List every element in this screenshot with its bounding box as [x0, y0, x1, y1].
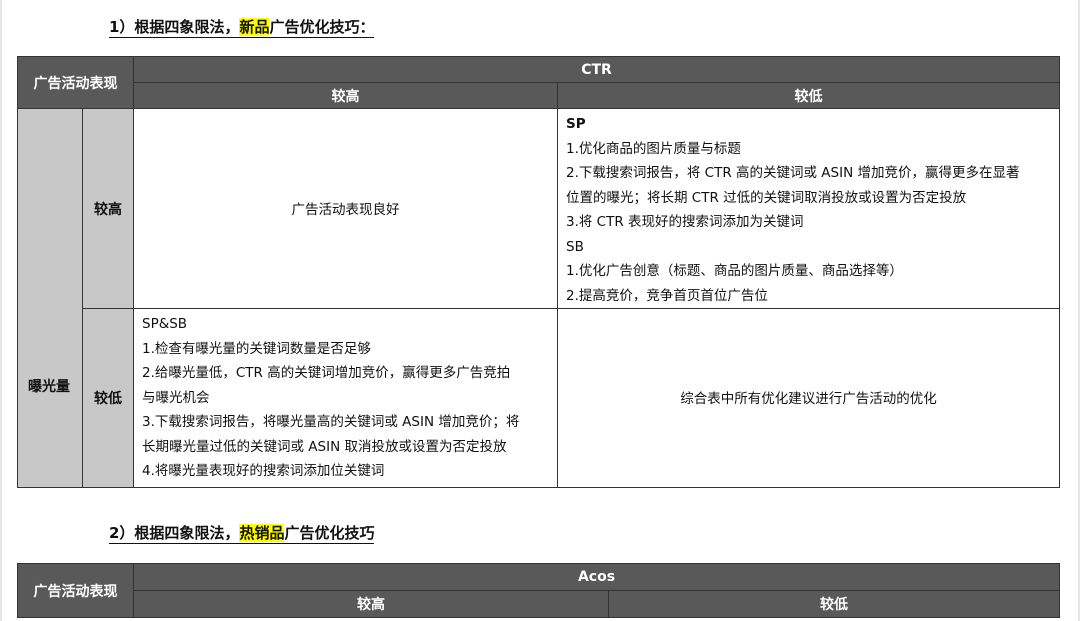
cell-line: 2.提高竞价，竞争首页首位广告位 [566, 287, 768, 304]
section-2-heading-underline: 2）根据四象限法，热销品广告优化技巧 [109, 524, 375, 544]
cell-line: SB [566, 238, 584, 255]
section-2-heading-suffix: 广告优化技巧 [284, 524, 375, 542]
cell-line: 1.检查有曝光量的关键词数量是否足够 [142, 340, 371, 357]
cell-line: 2.给曝光量低，CTR 高的关键词增加竞价，赢得更多广告竞拍 [142, 365, 511, 381]
quadrant-table-new-product: 广告活动表现 CTR 较高 较低 曝光量 较高 广告活动表现良好 SP 1.优化… [17, 56, 1061, 488]
cell-line: SP [566, 116, 586, 132]
cell-line: 4.将曝光量表现好的搜索词添加位关键词 [142, 463, 385, 479]
cell-line: 位置的曝光；将长期 CTR 过低的关键词取消投放或设置为否定投放 [566, 189, 967, 206]
cell-low-high: SP&SB 1.检查有曝光量的关键词数量是否足够 2.给曝光量低，CTR 高的关… [133, 308, 558, 488]
table-1-row-high: 较高 [82, 108, 134, 309]
cell-line: 1.优化广告创意（标题、商品的图片质量、商品选择等） [566, 263, 903, 279]
cell-line: 3.下载搜索词报告，将曝光量高的关键词或 ASIN 增加竞价；将 [142, 414, 520, 430]
cell-high-high: 广告活动表现良好 [133, 108, 558, 309]
section-1-heading-suffix: 广告优化技巧： [269, 18, 375, 36]
quadrant-table-bestseller: 广告活动表现 Acos 较高 较低 [17, 563, 1060, 618]
cell-line: 3.将 CTR 表现好的搜索词添加为关键词 [566, 214, 804, 230]
table-1-row-group-label: 曝光量 [17, 108, 83, 488]
table-2-col-low: 较低 [608, 590, 1060, 618]
section-2-heading-prefix: 2）根据四象限法， [109, 524, 240, 542]
table-2-col-high: 较高 [133, 590, 609, 618]
table-1-metric-header: CTR [132, 56, 1061, 83]
section-1-heading-prefix: 1）根据四象限法， [109, 18, 240, 36]
cell-high-low: SP 1.优化商品的图片质量与标题 2.下载搜索词报告，将 CTR 高的关键词或… [556, 108, 1061, 309]
section-1-heading: 1）根据四象限法，新品广告优化技巧： [109, 17, 375, 38]
cell-low-low: 综合表中所有优化建议进行广告活动的优化 [556, 308, 1061, 488]
table-1-row-low: 较低 [82, 308, 134, 488]
section-2-heading: 2）根据四象限法，热销品广告优化技巧 [109, 523, 375, 544]
cell-line: 长期曝光量过低的关键词或 ASIN 取消投放或设置为否定投放 [142, 438, 507, 455]
cell-line: 1.优化商品的图片质量与标题 [566, 140, 741, 157]
row-group-text: 曝光量 [28, 379, 70, 395]
table-1-col-low: 较低 [556, 82, 1061, 109]
table-1-col-high: 较高 [133, 82, 558, 109]
table-1-corner-label: 广告活动表现 [17, 56, 134, 109]
cell-line: 与曝光机会 [142, 389, 210, 406]
cell-line: 2.下载搜索词报告，将 CTR 高的关键词或 ASIN 增加竞价，赢得更多在显著 [566, 165, 1020, 181]
cell-line: SP&SB [142, 316, 188, 332]
table-2-corner-label: 广告活动表现 [17, 563, 134, 618]
table-2-metric-header: Acos [133, 563, 1060, 591]
page-edge-left [0, 0, 2, 621]
section-1-heading-highlight: 新品 [239, 18, 270, 36]
section-2-heading-highlight: 热销品 [239, 524, 285, 542]
section-1-heading-underline: 1）根据四象限法，新品广告优化技巧： [109, 18, 375, 38]
